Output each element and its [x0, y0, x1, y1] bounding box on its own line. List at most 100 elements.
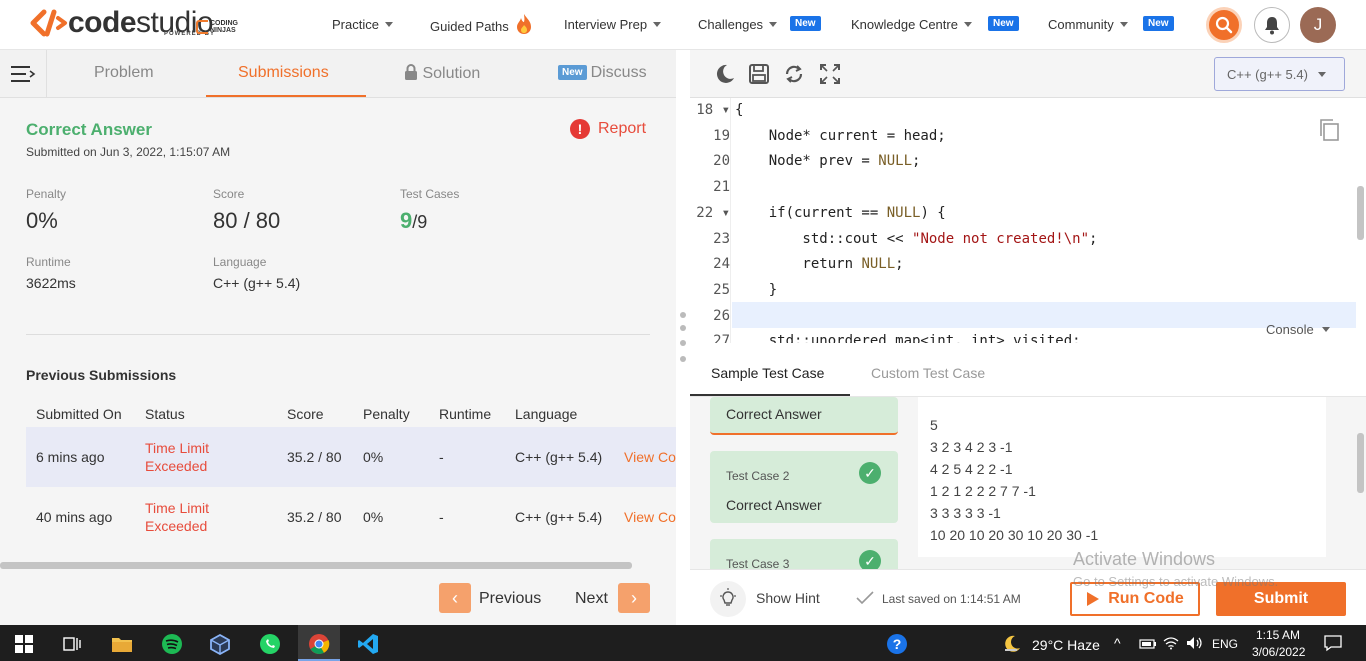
previous-submissions-title: Previous Submissions: [26, 367, 177, 383]
view-code-link[interactable]: View Co: [624, 509, 676, 525]
nav-interview-prep[interactable]: Interview Prep: [564, 17, 662, 32]
runtime-label: Runtime: [26, 255, 71, 269]
show-hint-label[interactable]: Show Hint: [756, 590, 820, 606]
notifications-button[interactable]: [1254, 7, 1290, 43]
logo[interactable]: codestudio: [30, 8, 214, 44]
output-line: 1 2 1 2 2 2 7 7 -1: [930, 483, 1036, 499]
line-number: 19: [713, 127, 730, 144]
test-case-card[interactable]: Correct Answer: [710, 397, 898, 435]
tab-custom-test-case[interactable]: Custom Test Case: [871, 365, 985, 381]
save-icon[interactable]: [748, 63, 770, 85]
table-row[interactable]: 40 mins ago Time Limit Exceeded 35.2 / 80…: [26, 487, 676, 547]
top-navbar: codestudio POWERED BY CODING NINJAS Pract…: [0, 0, 1366, 50]
file-explorer-icon[interactable]: [110, 632, 134, 656]
weather-icon[interactable]: [1000, 632, 1024, 656]
test-case-card[interactable]: Test Case 3 ✓: [710, 539, 898, 569]
row-submitted: 40 mins ago: [36, 509, 113, 525]
problem-tabs: Problem Submissions Solution New Discuss: [0, 50, 676, 98]
hint-button[interactable]: [710, 581, 746, 617]
nav-practice[interactable]: Practice: [332, 17, 393, 32]
chrome-icon[interactable]: [307, 632, 331, 656]
tab-solution[interactable]: Solution: [404, 64, 480, 83]
avatar[interactable]: J: [1300, 7, 1336, 43]
previous-label[interactable]: Previous: [479, 590, 541, 608]
runtime-value: 3622ms: [26, 275, 76, 291]
col-submitted-on: Submitted On: [36, 406, 122, 422]
search-icon: [1215, 16, 1233, 34]
weather-text[interactable]: 29°C Haze: [1032, 637, 1100, 653]
task-view-icon[interactable]: [60, 632, 84, 656]
row-status: Time Limit Exceeded: [145, 440, 210, 474]
windows-start-icon[interactable]: [12, 632, 36, 656]
clock-time[interactable]: 1:15 AM: [1256, 628, 1300, 642]
dark-mode-icon[interactable]: [714, 63, 736, 85]
code-line: Node* current = head;: [735, 127, 946, 144]
nav-challenges[interactable]: Challenges: [698, 17, 778, 32]
nav-community[interactable]: Community: [1048, 17, 1128, 32]
nav-guided-paths[interactable]: Guided Paths: [430, 14, 533, 35]
code-line: Node* prev = NULL;: [735, 153, 921, 170]
line-number: 26: [713, 307, 730, 324]
fullscreen-icon[interactable]: [819, 63, 841, 85]
row-score: 35.2 / 80: [287, 509, 342, 525]
cn-line1: CODING: [210, 20, 238, 27]
panel-splitter[interactable]: [676, 50, 690, 625]
code-line: }: [735, 281, 778, 298]
lightbulb-icon: [720, 588, 736, 606]
output-line: 5: [930, 417, 938, 433]
cn-line2: NINJAS: [210, 27, 236, 34]
checkmark-icon: [856, 591, 874, 605]
input-language[interactable]: ENG: [1212, 637, 1238, 651]
help-icon[interactable]: ?: [885, 632, 909, 656]
volume-icon[interactable]: [1186, 636, 1204, 650]
clock-date[interactable]: 3/06/2022: [1252, 645, 1305, 659]
test-case-result: Correct Answer: [726, 497, 822, 513]
tab-discuss[interactable]: New Discuss: [558, 64, 647, 82]
next-label[interactable]: Next: [575, 590, 608, 608]
tab-problem[interactable]: Problem: [94, 64, 154, 82]
code-line: return NULL;: [735, 256, 904, 273]
table-row[interactable]: 6 mins ago Time Limit Exceeded 35.2 / 80 …: [26, 427, 676, 487]
copy-icon[interactable]: [1318, 118, 1340, 142]
nav-knowledge-centre[interactable]: Knowledge Centre: [851, 17, 972, 32]
chevron-down-icon: [769, 22, 778, 27]
previous-page-button[interactable]: ‹: [439, 583, 471, 613]
view-code-link[interactable]: View Co: [624, 449, 676, 465]
virtualbox-icon[interactable]: [208, 632, 232, 656]
test-case-output: 5 3 2 3 4 2 3 -1 4 2 5 4 2 2 -1 1 2 1 2 2 2…: [918, 397, 1326, 557]
editor-scrollbar[interactable]: [1357, 186, 1364, 240]
chevron-down-icon: [384, 22, 393, 27]
code-editor[interactable]: 18 ▾ {19 Node* current = head; 20 Node* pr…: [690, 98, 1366, 343]
chevron-down-icon: [1321, 327, 1330, 332]
whatsapp-icon[interactable]: [258, 632, 282, 656]
horizontal-scrollbar[interactable]: [0, 562, 632, 569]
spotify-icon[interactable]: [160, 632, 184, 656]
report-button[interactable]: ! Report: [570, 119, 646, 139]
next-page-button[interactable]: ›: [618, 583, 650, 613]
reset-icon[interactable]: [783, 63, 805, 85]
test-case-label: Test Case 2: [726, 469, 790, 483]
chevron-up-icon[interactable]: ^: [1114, 635, 1121, 651]
drag-handle-dot: [680, 356, 686, 362]
chevron-down-icon: [1119, 22, 1128, 27]
menu-collapse-icon[interactable]: [10, 65, 36, 83]
tab-sample-test-case[interactable]: Sample Test Case: [711, 365, 824, 381]
tab-submissions[interactable]: Submissions: [238, 64, 329, 82]
language-select[interactable]: C++ (g++ 5.4): [1214, 57, 1345, 91]
line-number: 23: [713, 230, 730, 247]
wifi-icon[interactable]: [1163, 636, 1179, 650]
test-case-card[interactable]: Test Case 2 ✓ Correct Answer: [710, 451, 898, 523]
notification-center-icon[interactable]: [1324, 634, 1342, 652]
last-saved-text: Last saved on 1:14:51 AM: [882, 592, 1021, 606]
battery-icon[interactable]: [1139, 639, 1157, 649]
left-panel: Problem Submissions Solution New Discuss …: [0, 50, 676, 625]
row-runtime: -: [439, 509, 444, 525]
app-root: codestudio POWERED BY CODING NINJAS Pract…: [0, 0, 1366, 661]
vscode-icon[interactable]: [356, 632, 380, 656]
console-toggle[interactable]: Console: [1266, 322, 1330, 337]
search-button[interactable]: [1206, 7, 1242, 43]
coding-ninjas-icon: [196, 20, 208, 34]
test-case-label: Test Case 3: [726, 557, 790, 569]
play-icon: [1087, 592, 1100, 606]
console-scrollbar[interactable]: [1357, 433, 1364, 493]
